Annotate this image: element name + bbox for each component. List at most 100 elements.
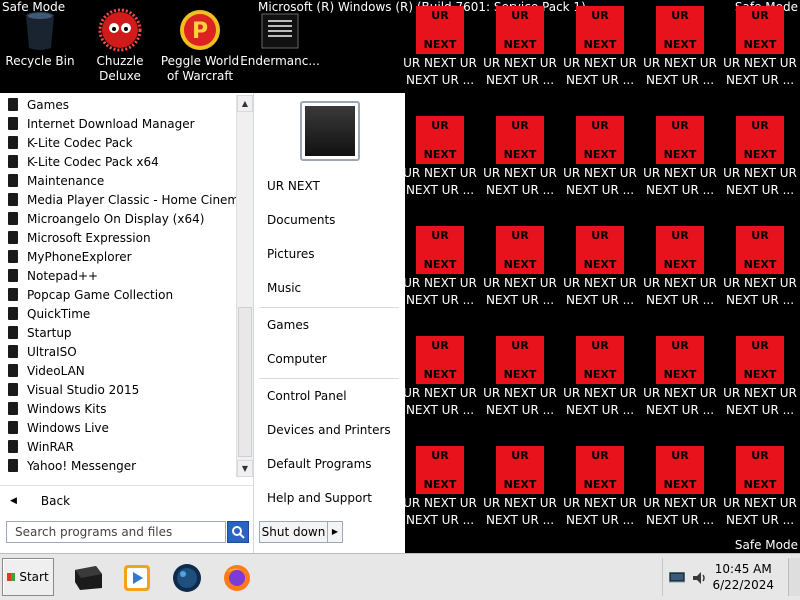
program-folder[interactable]: Media Player Classic - Home Cinema x64 — [0, 190, 236, 209]
program-folder[interactable]: MyPhoneExplorer — [0, 247, 236, 266]
program-list-scrollbar[interactable]: ▲ ▼ — [236, 95, 253, 477]
desktop-icon-label: UR NEXT UR — [643, 276, 717, 290]
start-label: Start — [19, 570, 49, 584]
network-icon[interactable] — [669, 572, 685, 584]
start-menu-right-pane: UR NEXT Documents Pictures Music Games C… — [255, 93, 405, 553]
right-item-games[interactable]: Games — [267, 318, 309, 332]
desktop-icon-ur-next[interactable]: UR NEXT UR NEXT UR NEXT UR ... — [400, 6, 480, 88]
desktop-icon-ur-next[interactable]: UR NEXT UR NEXT UR NEXT UR ... — [640, 116, 720, 198]
desktop-icon-ur-next[interactable]: UR NEXT UR NEXT UR NEXT UR ... — [640, 446, 720, 528]
desktop-icon-ur-next[interactable]: UR NEXT UR NEXT UR NEXT UR ... — [640, 226, 720, 308]
desktop-icon-ur-next[interactable]: UR NEXT UR NEXT UR NEXT UR ... — [400, 226, 480, 308]
right-item-help[interactable]: Help and Support — [267, 491, 372, 505]
desktop-icon-ur-next[interactable]: UR NEXT UR NEXT UR NEXT UR ... — [560, 336, 640, 418]
desktop-icon-ur-next[interactable]: UR NEXT UR NEXT UR NEXT UR ... — [560, 446, 640, 528]
desktop-icon-ur-next[interactable]: UR NEXT UR NEXT UR NEXT UR ... — [480, 226, 560, 308]
program-folder[interactable]: Popcap Game Collection — [0, 285, 236, 304]
program-folder[interactable]: Games — [0, 95, 236, 114]
right-item-computer[interactable]: Computer — [267, 352, 327, 366]
start-button[interactable]: Start — [2, 558, 54, 596]
desktop-icon-ur-next[interactable]: UR NEXT UR NEXT UR NEXT UR ... — [560, 6, 640, 88]
desktop-icon-endermanch[interactable]: Endermanc... — [240, 2, 320, 69]
desktop-icon-ur-next[interactable]: UR NEXT UR NEXT UR NEXT UR ... — [480, 336, 560, 418]
program-folder[interactable]: QuickTime — [0, 304, 236, 323]
desktop-icon-ur-next[interactable]: UR NEXT UR NEXT UR NEXT UR ... — [480, 116, 560, 198]
desktop-icon-label: NEXT UR ... — [725, 403, 795, 417]
scroll-down-button[interactable]: ▼ — [237, 460, 253, 477]
taskbar-app-generic-icon[interactable] — [72, 562, 104, 594]
desktop-icon-ur-next[interactable]: UR NEXT UR NEXT UR NEXT UR ... — [720, 226, 800, 308]
media-player-icon[interactable] — [121, 562, 153, 594]
right-item-devices[interactable]: Devices and Printers — [267, 423, 391, 437]
icon-top-text: UR — [431, 229, 449, 242]
desktop-icon-label: UR NEXT UR — [563, 496, 637, 510]
icon-bottom-text: NEXT — [503, 148, 537, 161]
right-item-music[interactable]: Music — [267, 281, 301, 295]
desktop-icon-ur-next[interactable]: UR NEXT UR NEXT UR NEXT UR ... — [400, 446, 480, 528]
search-input[interactable]: Search programs and files — [6, 521, 226, 543]
back-button[interactable]: ◀ Back — [0, 485, 254, 515]
desktop-icon-ur-next[interactable]: UR NEXT UR NEXT UR NEXT UR ... — [480, 6, 560, 88]
program-folder-label: UltraISO — [27, 344, 77, 359]
right-item-user[interactable]: UR NEXT — [267, 179, 320, 193]
program-folder[interactable]: Visual Studio 2015 — [0, 380, 236, 399]
clock[interactable]: 10:45 AM 6/22/2024 — [712, 561, 774, 593]
scroll-up-button[interactable]: ▲ — [237, 95, 253, 112]
program-folder[interactable]: Notepad++ — [0, 266, 236, 285]
right-item-control-panel[interactable]: Control Panel — [267, 389, 347, 403]
firefox-icon[interactable] — [221, 562, 253, 594]
desktop-icon-label: UR NEXT UR — [563, 386, 637, 400]
user-picture[interactable] — [300, 101, 360, 161]
desktop-icon-peggle[interactable]: P Peggle World of Warcraft ... — [160, 2, 240, 99]
right-item-pictures[interactable]: Pictures — [267, 247, 315, 261]
desktop-icon-ur-next[interactable]: UR NEXT UR NEXT UR NEXT UR ... — [480, 446, 560, 528]
program-folder[interactable]: Startup — [0, 323, 236, 342]
program-folder[interactable]: WinRAR — [0, 437, 236, 456]
program-folder[interactable]: Microangelo On Display (x64) — [0, 209, 236, 228]
right-item-default-programs[interactable]: Default Programs — [267, 457, 372, 471]
program-folder[interactable]: Yahoo! Messenger — [0, 456, 236, 475]
desktop-icon-ur-next[interactable]: UR NEXT UR NEXT UR NEXT UR ... — [720, 6, 800, 88]
program-folder[interactable]: K-Lite Codec Pack — [0, 133, 236, 152]
shutdown-options-arrow-icon[interactable]: ▶ — [328, 522, 342, 542]
program-folder[interactable]: Windows Live — [0, 418, 236, 437]
program-folder[interactable]: VideoLAN — [0, 361, 236, 380]
ur-next-icon: UR NEXT — [496, 6, 544, 54]
scrollbar-thumb[interactable] — [238, 307, 252, 457]
desktop-icon-ur-next[interactable]: UR NEXT UR NEXT UR NEXT UR ... — [400, 336, 480, 418]
program-folder[interactable]: Maintenance — [0, 171, 236, 190]
ur-next-icon: UR NEXT — [736, 336, 784, 384]
desktop-icon-ur-next[interactable]: UR NEXT UR NEXT UR NEXT UR ... — [400, 116, 480, 198]
desktop-icon-label: UR NEXT UR — [483, 386, 557, 400]
desktop-icon-ur-next[interactable]: UR NEXT UR NEXT UR NEXT UR ... — [560, 116, 640, 198]
right-item-documents[interactable]: Documents — [267, 213, 335, 227]
desktop-icon-ur-next[interactable]: UR NEXT UR NEXT UR NEXT UR ... — [720, 336, 800, 418]
desktop-icon-label: NEXT UR ... — [645, 513, 715, 527]
program-folder[interactable]: K-Lite Codec Pack x64 — [0, 152, 236, 171]
program-folder[interactable]: UltraISO — [0, 342, 236, 361]
desktop-icon-ur-next[interactable]: UR NEXT UR NEXT UR NEXT UR ... — [640, 6, 720, 88]
program-folder[interactable]: Windows Kits — [0, 399, 236, 418]
globe-icon[interactable] — [171, 562, 203, 594]
volume-icon[interactable] — [691, 570, 707, 586]
icon-top-text: UR — [591, 339, 609, 352]
shutdown-button[interactable]: Shut down ▶ — [259, 521, 343, 543]
desktop-icon-label: UR NEXT UR — [723, 56, 797, 70]
search-button[interactable] — [227, 521, 249, 543]
back-arrow-icon: ◀ — [10, 495, 17, 506]
clock-date: 6/22/2024 — [712, 578, 774, 592]
desktop-icon-ur-next[interactable]: UR NEXT UR NEXT UR NEXT UR ... — [720, 446, 800, 528]
desktop-icon-ur-next[interactable]: UR NEXT UR NEXT UR NEXT UR ... — [640, 336, 720, 418]
desktop-icon-ur-next[interactable]: UR NEXT UR NEXT UR NEXT UR ... — [560, 226, 640, 308]
document-icon — [258, 8, 302, 52]
desktop-icon-chuzzle[interactable]: Chuzzle Deluxe — [80, 2, 160, 84]
desktop-icon-ur-next[interactable]: UR NEXT UR NEXT UR NEXT UR ... — [720, 116, 800, 198]
program-folder[interactable]: Internet Download Manager — [0, 114, 236, 133]
program-folder[interactable]: Microsoft Expression — [0, 228, 236, 247]
icon-top-text: UR — [751, 9, 769, 22]
desktop-icon-recycle-bin[interactable]: Recycle Bin — [0, 2, 80, 69]
show-desktop-button[interactable] — [788, 558, 800, 596]
icon-bottom-text: NEXT — [743, 38, 777, 51]
desktop-icon-label: UR NEXT UR — [563, 166, 637, 180]
icon-bottom-text: NEXT — [583, 258, 617, 271]
